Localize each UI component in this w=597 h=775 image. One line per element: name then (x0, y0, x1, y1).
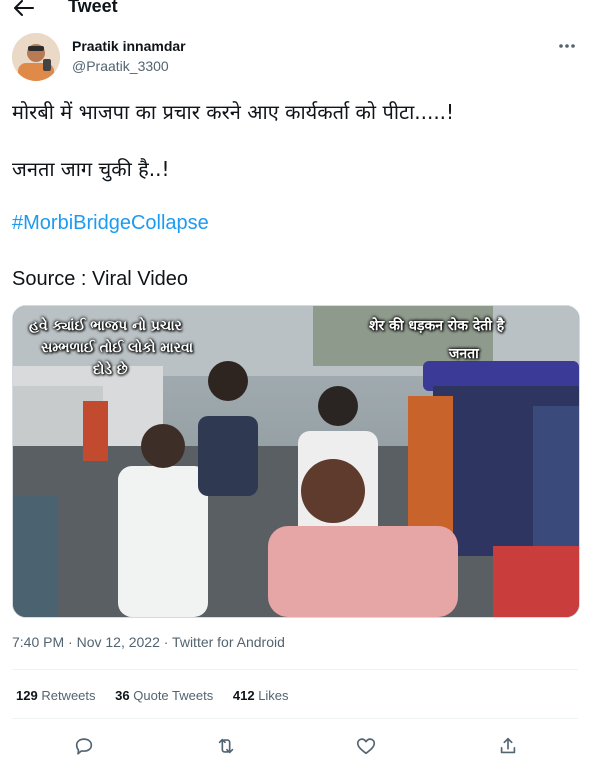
author-name[interactable]: Praatik innamdar (72, 38, 186, 54)
tweet-text-line-1: मोरबी में भाजपा का प्रचार करने आए कार्यक… (12, 100, 455, 124)
quote-tweets-label: Quote Tweets (133, 688, 214, 703)
divider (12, 669, 578, 670)
avatar[interactable] (12, 33, 60, 81)
hashtag-link[interactable]: #MorbiBridgeCollapse (12, 210, 209, 236)
retweets-label: Retweets (41, 688, 96, 703)
video-caption-right-line-2: जनता (449, 346, 479, 362)
reply-icon[interactable] (73, 735, 95, 757)
engagement-stats: 129 Retweets 36 Quote Tweets 412 Likes (16, 688, 305, 703)
likes-label: Likes (258, 688, 289, 703)
page-title: Tweet (68, 0, 118, 16)
video-caption-left-line-1: હવે ક્યાંઈ ભાજપ નો પ્રચાર (29, 318, 182, 334)
tweet-timestamp[interactable]: 7:40 PM · Nov 12, 2022 · Twitter for And… (12, 634, 285, 650)
arrow-left-icon[interactable] (14, 0, 34, 16)
video-caption-left-line-2: સમ્ભળાઈ તોઈ લોકો મારવા (41, 340, 194, 356)
heart-icon[interactable] (355, 735, 377, 757)
likes-stat[interactable]: 412 Likes (233, 688, 289, 703)
share-icon[interactable] (497, 735, 519, 757)
tweet-text-line-2: जनता जाग चुकी है..! (12, 157, 170, 181)
likes-count: 412 (232, 688, 255, 703)
author-handle[interactable]: @Praatik_3300 (72, 58, 169, 74)
source-text: Source : Viral Video (12, 268, 189, 290)
video-caption-right-line-1: शेर की धड़कन रोक देती है (369, 318, 505, 334)
top-bar: Tweet (0, 0, 597, 18)
tweet-video[interactable]: હવે ક્યાંઈ ભાજપ નો પ્રચાર સમ્ભળાઈ તોઈ લો… (12, 305, 580, 618)
retweets-count: 129 (16, 688, 38, 703)
divider (12, 718, 578, 719)
more-horizontal-icon[interactable] (556, 38, 578, 54)
retweets-stat[interactable]: 129 Retweets (16, 688, 96, 703)
retweet-icon[interactable] (215, 735, 237, 757)
quote-tweets-count: 36 (115, 688, 130, 703)
quote-tweets-stat[interactable]: 36 Quote Tweets (115, 688, 213, 703)
video-caption-left-line-3: દોડે છે (93, 362, 128, 378)
